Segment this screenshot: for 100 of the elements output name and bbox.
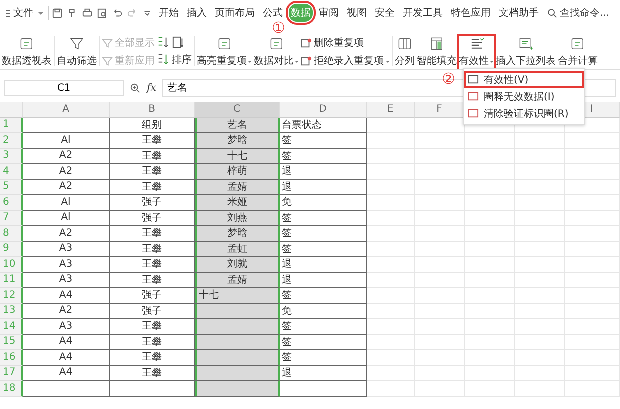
menu-tab[interactable]: 视图 <box>345 4 369 22</box>
table-cell <box>367 180 415 195</box>
table-cell <box>515 164 565 180</box>
table-cell <box>367 272 415 288</box>
table-cell: 十七 <box>195 148 280 164</box>
menu-tab[interactable]: 公式 <box>261 4 285 22</box>
zoom-icon[interactable] <box>130 82 141 94</box>
sort-icon[interactable] <box>172 36 185 49</box>
table-cell: 签 <box>280 226 367 242</box>
table-cell <box>367 334 415 350</box>
column-header[interactable]: E <box>367 102 415 118</box>
table-cell <box>515 226 565 242</box>
table-cell <box>515 148 565 164</box>
sort-ascending-icon[interactable] <box>157 36 170 49</box>
menu-tab[interactable]: 安全 <box>373 4 397 22</box>
table-cell <box>465 366 515 381</box>
table-cell: 签 <box>280 334 367 350</box>
table-cell <box>515 257 565 272</box>
table-cell <box>415 381 465 396</box>
sort-button[interactable]: 排序 <box>172 53 192 67</box>
column-header[interactable]: A <box>23 102 110 118</box>
table-cell: 签 <box>280 350 367 366</box>
table-cell: A2 <box>23 226 110 242</box>
table-cell <box>565 242 620 257</box>
menu-tab[interactable]: 页面布局 <box>213 4 257 22</box>
column-header[interactable]: C <box>195 102 280 118</box>
ribbon-button[interactable]: 自动筛选 <box>57 36 97 69</box>
table-cell: 免 <box>280 304 367 319</box>
menu-tab[interactable]: 文档助手 <box>497 4 541 22</box>
ribbon-button[interactable]: 分列 <box>395 36 415 69</box>
table-cell <box>565 210 620 226</box>
table-cell <box>565 180 620 195</box>
column-header[interactable]: F <box>415 102 465 118</box>
table-cell: A3 <box>23 272 110 288</box>
column-header[interactable]: B <box>110 102 195 118</box>
table-cell: Al <box>23 195 110 210</box>
table-cell: 孟婧 <box>195 272 280 288</box>
menu-tab[interactable]: 特色应用 <box>449 4 493 22</box>
caret-icon[interactable] <box>490 60 494 64</box>
table-cell <box>515 133 565 148</box>
caret-icon[interactable] <box>295 60 299 64</box>
print-preview-icon[interactable] <box>97 8 108 18</box>
undo-icon[interactable] <box>112 8 123 18</box>
columns-icon <box>397 36 413 52</box>
format-painter-icon[interactable] <box>67 8 78 18</box>
table-cell: 台票状态 <box>280 118 367 133</box>
caret-icon[interactable] <box>386 60 390 64</box>
filter-icon <box>102 56 113 66</box>
ribbon-button[interactable]: 高亮重复项 <box>197 36 252 69</box>
table-cell <box>465 148 515 164</box>
table-cell <box>367 242 415 257</box>
menu-tab[interactable]: 开发工具 <box>401 4 445 22</box>
table-cell: 梦晗 <box>195 133 280 148</box>
table-cell: 签 <box>280 288 367 304</box>
column-header[interactable]: D <box>280 102 367 118</box>
table-cell: A2 <box>23 148 110 164</box>
table-cell <box>515 350 565 366</box>
ribbon-button[interactable]: 合并计算 <box>558 36 598 69</box>
name-box[interactable]: C1 <box>4 80 124 96</box>
ribbon-button[interactable]: 数据对比 <box>254 36 299 69</box>
table-cell: 刘燕 <box>195 210 280 226</box>
ribbon-button[interactable]: 插入下拉列表 <box>496 36 556 69</box>
table-cell <box>415 133 465 148</box>
table-cell <box>465 381 515 396</box>
table-cell <box>465 304 515 319</box>
sort-descending-icon[interactable] <box>157 53 170 66</box>
ribbon-button[interactable]: 拒绝录入重复项 <box>301 54 390 68</box>
table-cell <box>367 257 415 272</box>
file-menu[interactable]: 文件 <box>14 6 34 20</box>
table-cell <box>367 381 415 396</box>
save-icon[interactable] <box>52 8 63 18</box>
function-label[interactable]: fx <box>147 82 156 94</box>
caret-icon[interactable] <box>248 60 252 64</box>
print-icon[interactable] <box>82 8 93 18</box>
table-cell: A4 <box>23 334 110 350</box>
table-cell <box>415 195 465 210</box>
table-cell <box>415 257 465 272</box>
ribbon-button[interactable]: 有效性 <box>459 36 494 69</box>
search-icon[interactable] <box>547 8 558 18</box>
table-cell <box>367 164 415 180</box>
table-cell <box>465 242 515 257</box>
ribbon-button[interactable]: 删除重复项 <box>301 36 390 50</box>
table-cell <box>565 350 620 366</box>
table-cell: 签 <box>280 319 367 334</box>
table-cell: 退 <box>280 164 367 180</box>
ribbon-button[interactable]: 智能填充 <box>417 36 457 69</box>
table-cell <box>565 304 620 319</box>
menu-tab[interactable]: 开始 <box>157 4 181 22</box>
caret-icon[interactable] <box>38 12 44 18</box>
table-cell: 梦晗 <box>195 226 280 242</box>
table-cell <box>415 334 465 350</box>
menu-tab[interactable]: 审阅 <box>317 4 341 22</box>
table-cell <box>515 381 565 396</box>
menu-tab[interactable]: 插入 <box>185 4 209 22</box>
table-cell: 退 <box>280 272 367 288</box>
table-cell <box>415 350 465 366</box>
table-cell <box>465 164 515 180</box>
table-cell: 十七 <box>195 288 280 304</box>
ribbon-button[interactable]: 数据透视表 <box>2 36 52 69</box>
table-cell <box>415 210 465 226</box>
